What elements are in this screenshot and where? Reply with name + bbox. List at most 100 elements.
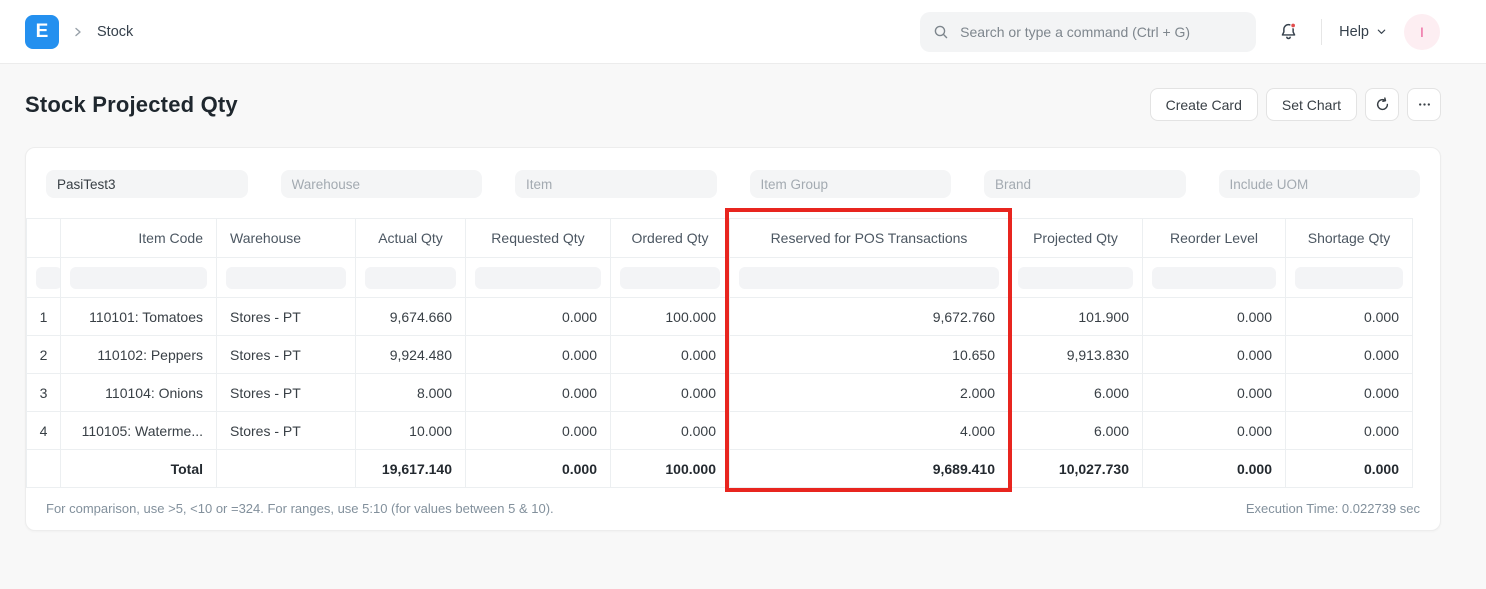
set-chart-button[interactable]: Set Chart: [1266, 88, 1357, 121]
table-row: 2 110102: Peppers Stores - PT 9,924.480 …: [27, 336, 1413, 374]
table-row: 3 110104: Onions Stores - PT 8.000 0.000…: [27, 374, 1413, 412]
total-row: Total 19,617.140 0.000 100.000 9,689.410…: [27, 450, 1413, 488]
navbar-left: E Stock: [25, 15, 133, 49]
row-number: 1: [27, 298, 61, 336]
row-select-filter[interactable]: [36, 267, 61, 289]
reserved-pos-filter-input[interactable]: [739, 267, 999, 289]
filter-warehouse-input[interactable]: [281, 170, 483, 198]
global-search[interactable]: [920, 12, 1256, 52]
cell-reorder-level: 0.000: [1143, 298, 1286, 336]
cell-reserved-pos: 10.650: [730, 336, 1009, 374]
filter-bar: [26, 148, 1440, 218]
app-logo[interactable]: E: [25, 15, 59, 49]
column-filter-row: [27, 258, 1413, 298]
total-warehouse: [217, 450, 356, 488]
column-header-requested-qty[interactable]: Requested Qty: [466, 219, 611, 258]
cell-reorder-level: 0.000: [1143, 336, 1286, 374]
cell-item-code: 110101: Tomatoes: [61, 298, 217, 336]
row-number: [27, 450, 61, 488]
header-row: Item Code Warehouse Actual Qty Requested…: [27, 219, 1413, 258]
cell-ordered-qty: 0.000: [611, 374, 730, 412]
menu-button[interactable]: [1407, 88, 1441, 121]
navbar-right: Help I: [920, 12, 1440, 52]
cell-shortage-qty: 0.000: [1286, 412, 1413, 450]
requested-qty-filter-input[interactable]: [475, 267, 601, 289]
bell-icon: [1279, 22, 1298, 41]
cell-projected-qty: 101.900: [1009, 298, 1143, 336]
cell-reorder-level: 0.000: [1143, 374, 1286, 412]
report-footer: For comparison, use >5, <10 or =324. For…: [26, 488, 1440, 530]
cell-actual-qty: 10.000: [356, 412, 466, 450]
chevron-right-icon: [72, 26, 84, 38]
total-label: Total: [61, 450, 217, 488]
actual-qty-filter-input[interactable]: [365, 267, 456, 289]
avatar-letter: I: [1420, 24, 1424, 40]
column-header-reserved-pos[interactable]: Reserved for POS Transactions: [730, 219, 1009, 258]
table-row: 4 110105: Waterme... Stores - PT 10.000 …: [27, 412, 1413, 450]
cell-reserved-pos: 9,672.760: [730, 298, 1009, 336]
cell-actual-qty: 9,924.480: [356, 336, 466, 374]
cell-item-code: 110102: Peppers: [61, 336, 217, 374]
ordered-qty-filter-input[interactable]: [620, 267, 720, 289]
search-input[interactable]: [958, 23, 1243, 41]
cell-actual-qty: 9,674.660: [356, 298, 466, 336]
cell-warehouse: Stores - PT: [217, 336, 356, 374]
search-icon: [933, 24, 949, 40]
create-card-button[interactable]: Create Card: [1150, 88, 1258, 121]
filter-company-input[interactable]: [46, 170, 248, 198]
chevron-down-icon: [1376, 26, 1387, 37]
cell-ordered-qty: 100.000: [611, 298, 730, 336]
cell-shortage-qty: 0.000: [1286, 374, 1413, 412]
filter-item-input[interactable]: [515, 170, 717, 198]
execution-time: Execution Time: 0.022739 sec: [1246, 501, 1420, 516]
projected-qty-filter-input[interactable]: [1018, 267, 1133, 289]
cell-reserved-pos: 2.000: [730, 374, 1009, 412]
column-header-ordered-qty[interactable]: Ordered Qty: [611, 219, 730, 258]
column-header-actual-qty[interactable]: Actual Qty: [356, 219, 466, 258]
filter-brand-input[interactable]: [984, 170, 1186, 198]
notifications-button[interactable]: [1273, 18, 1304, 45]
app-logo-letter: E: [36, 21, 49, 43]
reorder-level-filter-input[interactable]: [1152, 267, 1276, 289]
cell-warehouse: Stores - PT: [217, 412, 356, 450]
page-title: Stock Projected Qty: [25, 92, 238, 118]
filter-include-uom-input[interactable]: [1219, 170, 1421, 198]
page-header: Stock Projected Qty Create Card Set Char…: [25, 88, 1441, 121]
cell-item-code: 110104: Onions: [61, 374, 217, 412]
cell-requested-qty: 0.000: [466, 412, 611, 450]
total-shortage-qty: 0.000: [1286, 450, 1413, 488]
breadcrumb-stock[interactable]: Stock: [97, 24, 133, 40]
shortage-qty-filter-input[interactable]: [1295, 267, 1403, 289]
total-reserved-pos: 9,689.410: [730, 450, 1009, 488]
item-code-filter-input[interactable]: [70, 267, 207, 289]
row-number-header: [27, 219, 61, 258]
cell-reorder-level: 0.000: [1143, 412, 1286, 450]
refresh-icon: [1375, 97, 1390, 112]
cell-projected-qty: 9,913.830: [1009, 336, 1143, 374]
cell-requested-qty: 0.000: [466, 374, 611, 412]
column-header-warehouse[interactable]: Warehouse: [217, 219, 356, 258]
total-reorder-level: 0.000: [1143, 450, 1286, 488]
page-actions: Create Card Set Chart: [1150, 88, 1441, 121]
column-header-reorder-level[interactable]: Reorder Level: [1143, 219, 1286, 258]
help-dropdown[interactable]: Help: [1339, 24, 1387, 40]
table-row: 1 110101: Tomatoes Stores - PT 9,674.660…: [27, 298, 1413, 336]
warehouse-filter-input[interactable]: [226, 267, 346, 289]
refresh-button[interactable]: [1365, 88, 1399, 121]
ellipsis-icon: [1417, 97, 1432, 112]
cell-shortage-qty: 0.000: [1286, 336, 1413, 374]
report-card: Item Code Warehouse Actual Qty Requested…: [25, 147, 1441, 531]
user-avatar[interactable]: I: [1404, 14, 1440, 50]
column-header-item-code[interactable]: Item Code: [61, 219, 217, 258]
cell-ordered-qty: 0.000: [611, 412, 730, 450]
column-header-projected-qty[interactable]: Projected Qty: [1009, 219, 1143, 258]
navbar: E Stock Help: [0, 0, 1486, 64]
cell-requested-qty: 0.000: [466, 298, 611, 336]
column-header-shortage-qty[interactable]: Shortage Qty: [1286, 219, 1413, 258]
main-content: Stock Projected Qty Create Card Set Char…: [0, 88, 1486, 531]
total-projected-qty: 10,027.730: [1009, 450, 1143, 488]
comparison-hint: For comparison, use >5, <10 or =324. For…: [46, 501, 554, 516]
filter-item-group-input[interactable]: [750, 170, 952, 198]
cell-ordered-qty: 0.000: [611, 336, 730, 374]
cell-warehouse: Stores - PT: [217, 374, 356, 412]
